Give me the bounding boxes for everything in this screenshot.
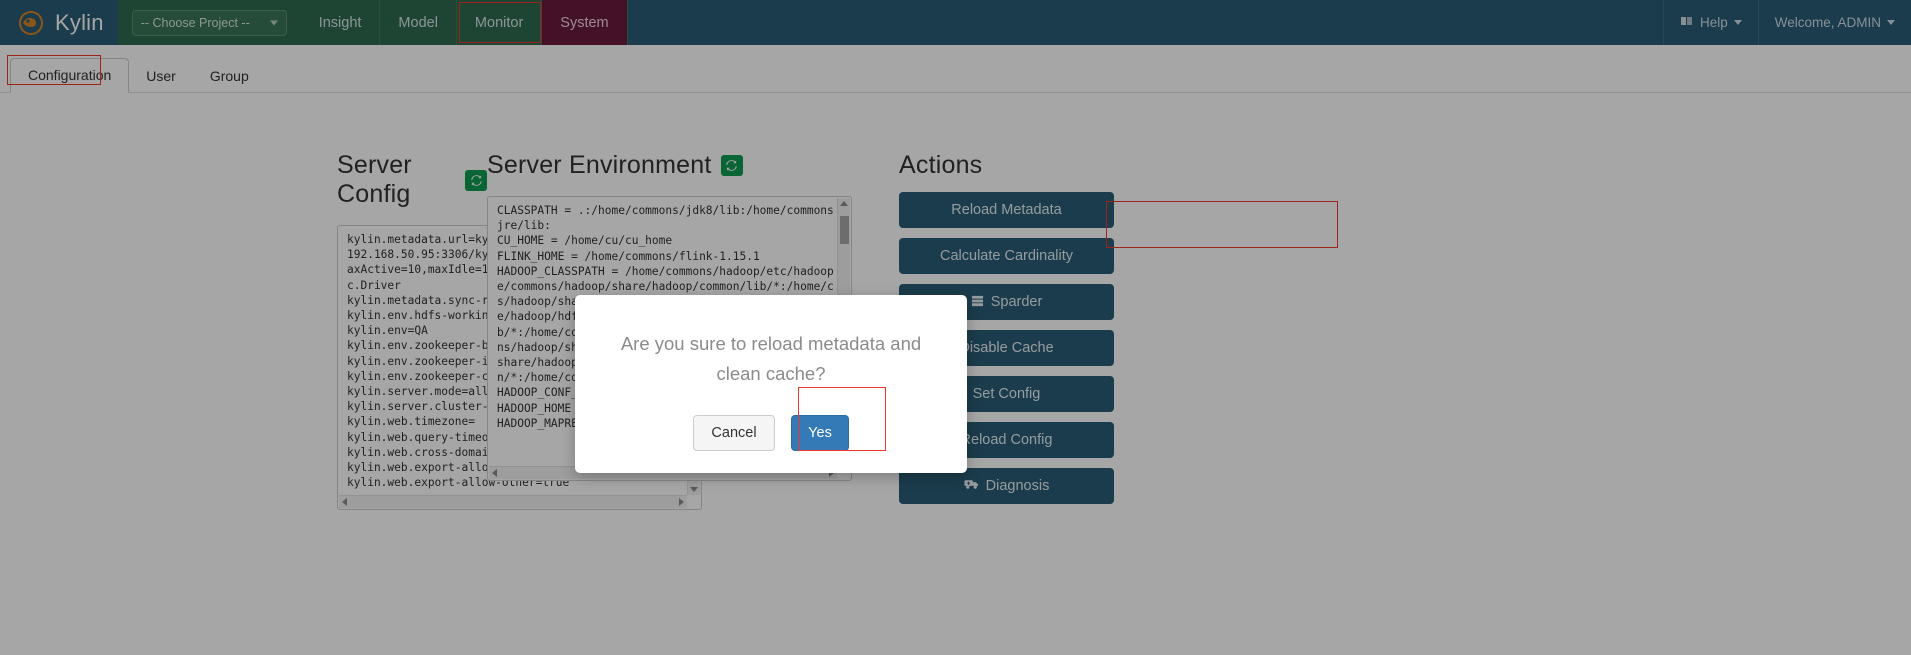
- cancel-label: Cancel: [711, 425, 757, 441]
- app-root: Kylin -- Choose Project -- Insight Model…: [0, 0, 1911, 655]
- confirm-dialog-actions: Cancel Yes: [601, 387, 941, 451]
- confirm-dialog: Are you sure to reload metadata and clea…: [575, 295, 967, 473]
- confirm-label: Yes: [808, 425, 832, 441]
- cancel-button[interactable]: Cancel: [693, 415, 775, 451]
- confirm-dialog-message: Are you sure to reload metadata and clea…: [620, 333, 922, 384]
- confirm-yes-button[interactable]: Yes: [791, 415, 849, 451]
